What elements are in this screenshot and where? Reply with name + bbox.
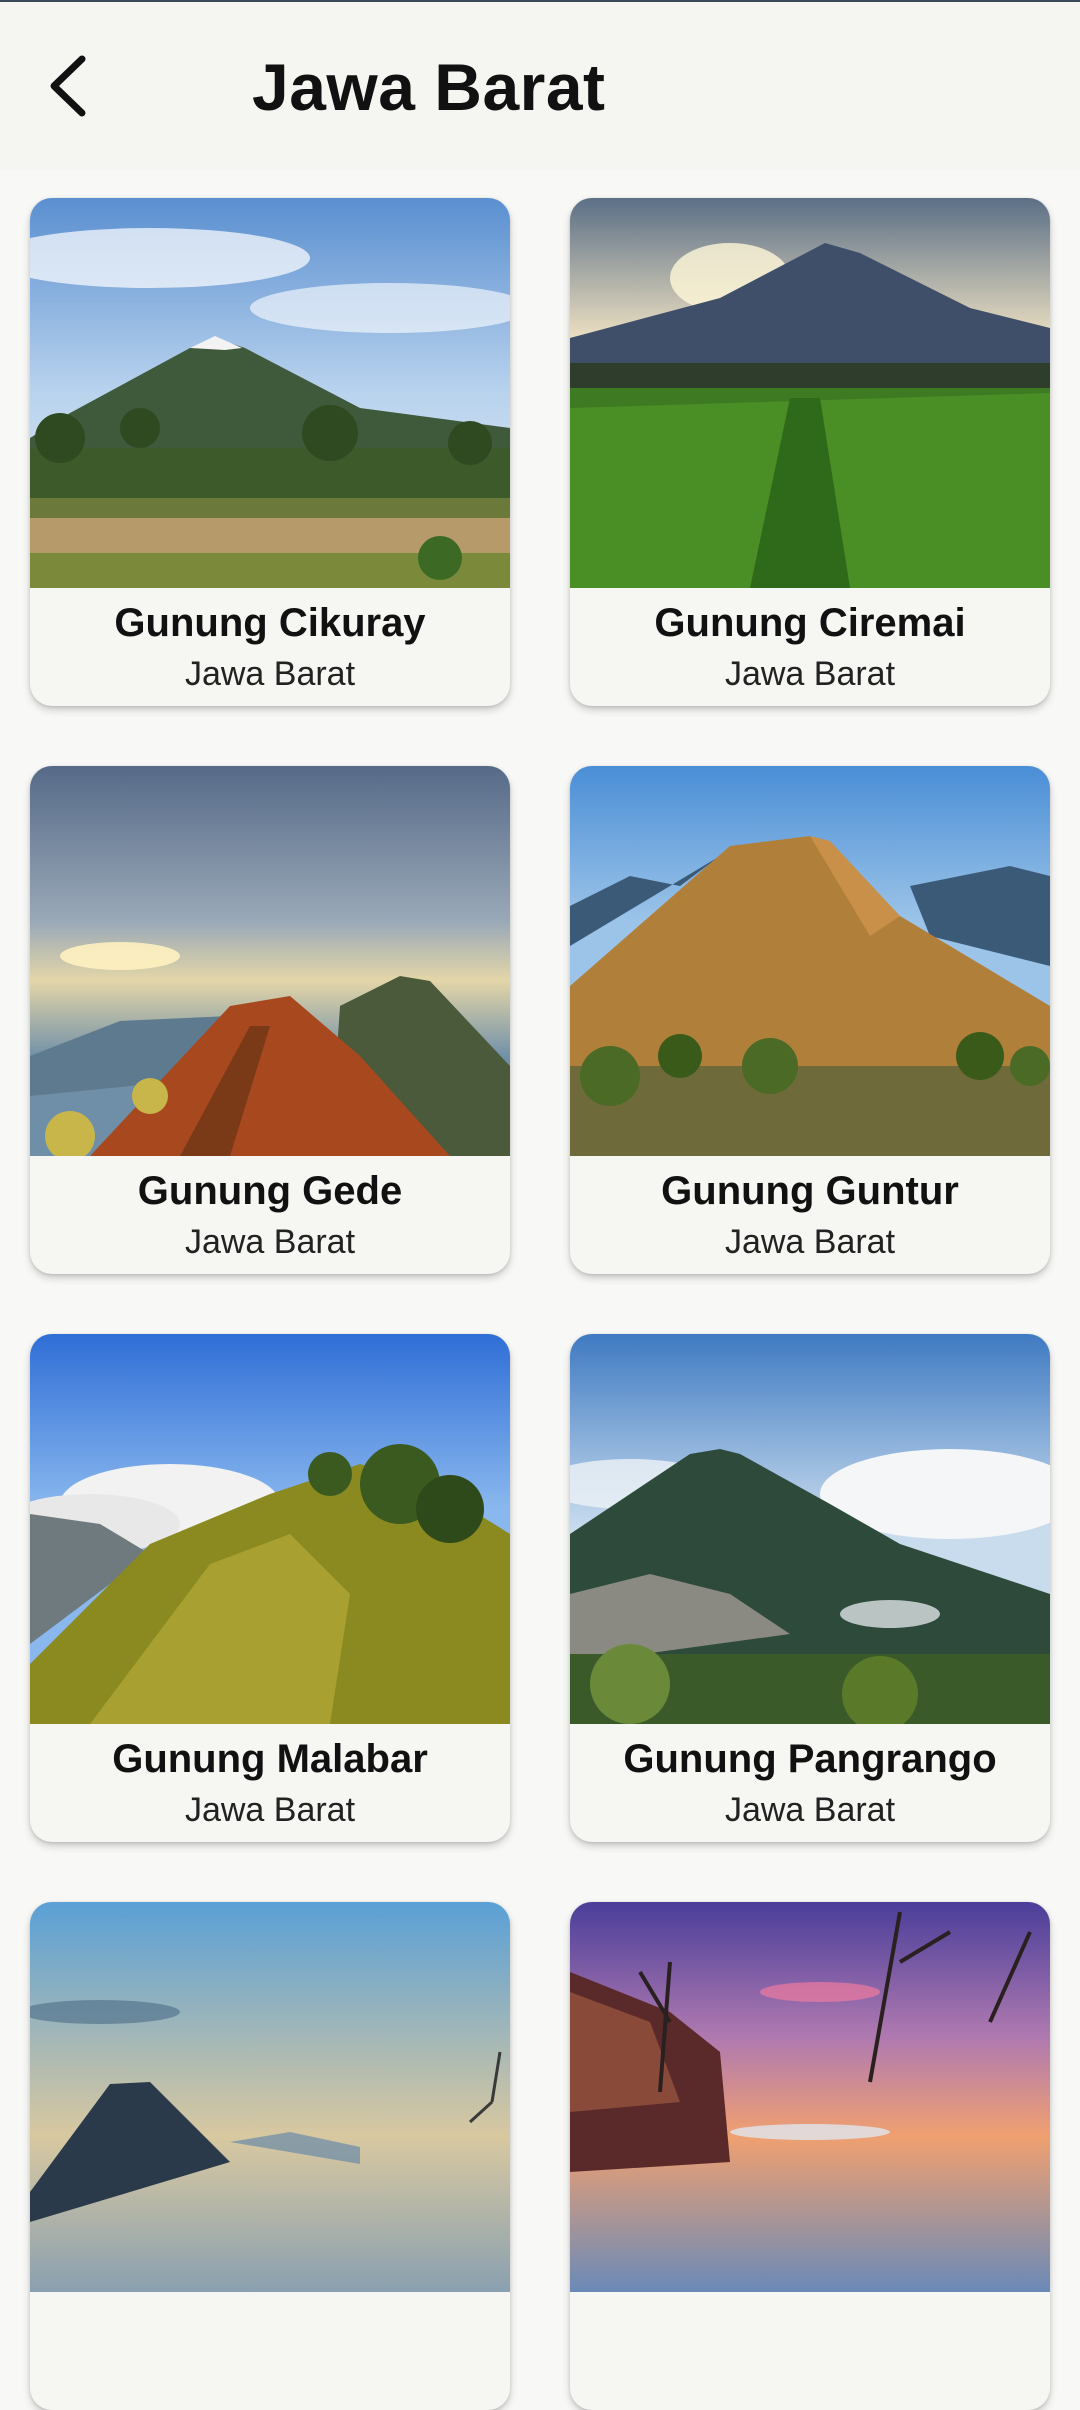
mountain-card[interactable]: Gunung Pangrango Jawa Barat [570,1334,1050,1842]
mountain-name: Gunung Malabar [112,1737,428,1781]
mountain-region: Jawa Barat [724,1791,896,1829]
mountain-region: Jawa Barat [184,1223,356,1261]
mountain-photo [30,1902,510,2292]
mountain-card[interactable]: Gunung Ciremai Jawa Barat [570,198,1050,706]
mountain-name: Gunung Cikuray [114,601,426,645]
mountain-photo [30,198,510,588]
mountain-card[interactable] [570,1902,1050,2410]
mountain-photo [570,1902,1050,2292]
mountain-region: Jawa Barat [184,655,356,693]
mountain-card[interactable]: Gunung Guntur Jawa Barat [570,766,1050,1274]
mountain-name: Gunung Ciremai [654,601,966,645]
mountain-card[interactable]: Gunung Cikuray Jawa Barat [30,198,510,706]
mountain-grid: Gunung Cikuray Jawa Barat Gunung Ciremai… [0,0,1080,2410]
mountain-name: Gunung Gede [137,1169,403,1213]
mountain-name: Gunung Guntur [661,1169,959,1213]
mountain-region: Jawa Barat [724,655,896,693]
mountain-photo [570,766,1050,1156]
mountain-photo [570,1334,1050,1724]
mountain-photo [570,198,1050,588]
mountain-card[interactable] [30,1902,510,2410]
mountain-card[interactable]: Gunung Gede Jawa Barat [30,766,510,1274]
mountain-card[interactable]: Gunung Malabar Jawa Barat [30,1334,510,1842]
mountain-photo [30,766,510,1156]
mountain-region: Jawa Barat [184,1791,356,1829]
mountain-photo [30,1334,510,1724]
mountain-name: Gunung Pangrango [623,1737,997,1781]
mountain-region: Jawa Barat [724,1223,896,1261]
